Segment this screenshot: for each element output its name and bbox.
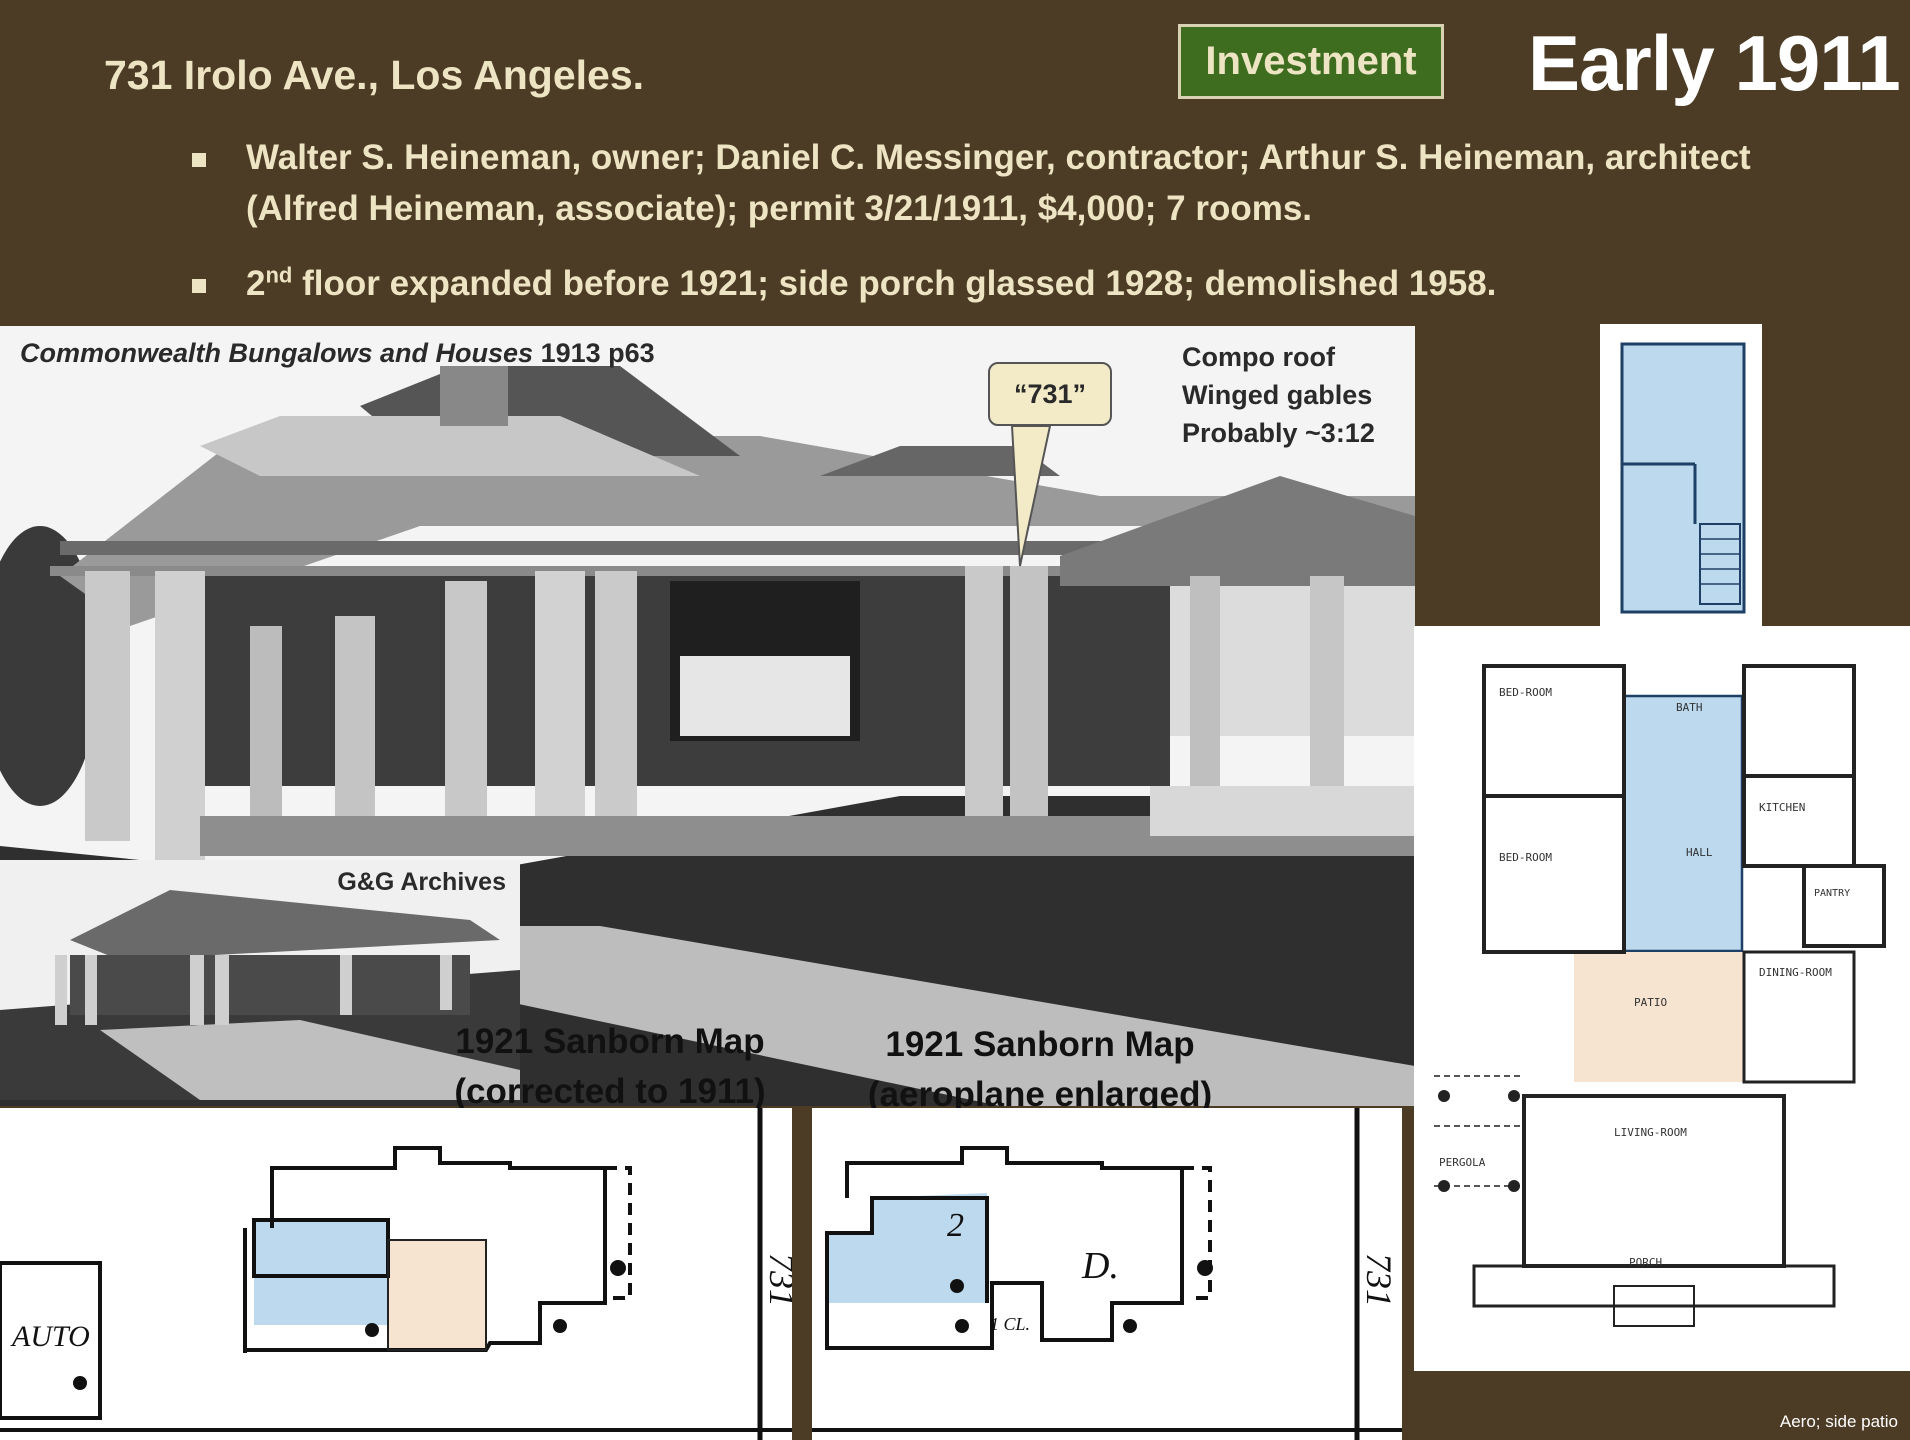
bullet-square-icon (192, 153, 206, 167)
upper-plan-drawing (1620, 342, 1746, 614)
map-label-auto: AUTO (10, 1320, 90, 1353)
plan-room-label: KITCHEN (1759, 801, 1805, 814)
archive-credit: G&G Archives (337, 868, 506, 896)
map-title-corrected: 1921 Sanborn Map (corrected to 1911) (420, 1017, 800, 1117)
bullet-text-post: floor expanded before 1921; side porch g… (292, 264, 1497, 303)
address-heading: 731 Irolo Ave., Los Angeles. (104, 52, 645, 98)
sanborn-map-drawing: AUTO 731 (0, 1108, 792, 1440)
plan-room-label: PATIO (1634, 996, 1667, 1009)
map-label-dwelling: D. (1081, 1245, 1119, 1287)
plan-room-label: BED-ROOM (1499, 686, 1552, 699)
photo-source-caption: Commonwealth Bungalows and Houses 1913 p… (20, 334, 655, 372)
bullet-text: Walter S. Heineman, owner; Daniel C. Mes… (246, 138, 1751, 228)
plan-room-label: DINING-ROOM (1759, 966, 1832, 979)
bullet-text-pre: 2 (246, 264, 266, 303)
bullet-square-icon (192, 279, 206, 293)
plan-room-label: HALL (1686, 846, 1713, 859)
plan-room-label: BED-ROOM (1499, 851, 1552, 864)
plan-room-label: PERGOLA (1439, 1156, 1486, 1169)
bullet-item: Walter S. Heineman, owner; Daniel C. Mes… (188, 132, 1868, 234)
roof-note: Probably ~3:12 (1182, 418, 1375, 448)
main-plan-drawing: BED-ROOM BATH BED-ROOM HALL KITCHEN PATI… (1414, 626, 1910, 1371)
map-label-number: 731 (762, 1253, 792, 1307)
bullet-item: 2nd floor expanded before 1921; side por… (188, 258, 1868, 309)
footnote: Aero; side patio (1779, 1412, 1898, 1431)
roof-note: Compo roof (1182, 342, 1335, 372)
plan-room-label: PANTRY (1814, 888, 1850, 899)
photo-source-page: 1913 p63 (540, 338, 655, 368)
slide: 731 Irolo Ave., Los Angeles. Investment … (0, 0, 1910, 1440)
slide-title: Early 1911 (1528, 19, 1901, 107)
sanborn-map-corrected: AUTO 731 (0, 1108, 792, 1440)
upper-floor-plan (1600, 324, 1762, 626)
plan-room-label: BATH (1676, 701, 1703, 714)
main-floor-plan: BED-ROOM BATH BED-ROOM HALL KITCHEN PATI… (1414, 626, 1910, 1371)
sanborn-map-drawing: 2 D. 1 CL. 731 (812, 1108, 1402, 1440)
bullet-list: Walter S. Heineman, owner; Daniel C. Mes… (188, 132, 1868, 309)
bullet-superscript: nd (265, 262, 293, 288)
roof-note: Winged gables (1182, 380, 1373, 410)
investment-badge: Investment (1178, 24, 1444, 99)
map-title-line: 1921 Sanborn Map (455, 1022, 765, 1061)
map-title-line: 1921 Sanborn Map (885, 1025, 1195, 1064)
map-title-enlarged: 1921 Sanborn Map (aeroplane enlarged) (850, 1020, 1230, 1120)
plan-room-label: LIVING-ROOM (1614, 1126, 1687, 1139)
map-label-number: 731 (1359, 1253, 1399, 1307)
roof-notes: Compo roof Winged gables Probably ~3:12 (1182, 338, 1375, 452)
map-label-stories: 2 (947, 1207, 964, 1244)
photo-source-title: Commonwealth Bungalows and Houses (20, 338, 534, 368)
house-number-callout: “731” (988, 362, 1112, 426)
sanborn-map-enlarged: 2 D. 1 CL. 731 (812, 1108, 1402, 1440)
map-label-closet: 1 CL. (990, 1314, 1030, 1334)
plan-room-label: PORCH (1629, 1256, 1662, 1269)
